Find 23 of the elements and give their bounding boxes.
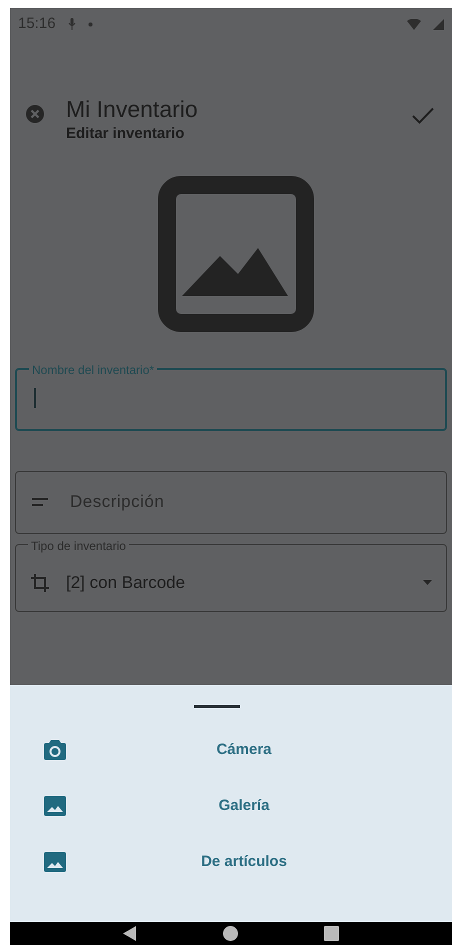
screen-title: Mi Inventario (66, 95, 198, 123)
close-icon[interactable] (26, 105, 44, 123)
image-icon (44, 796, 66, 816)
image-placeholder-icon[interactable] (158, 176, 314, 332)
home-icon[interactable] (223, 926, 238, 941)
back-icon[interactable] (123, 926, 137, 941)
sheet-option[interactable]: Cámera (66, 738, 452, 762)
drag-handle[interactable] (194, 705, 240, 708)
wifi-icon (407, 18, 421, 30)
checkmark-icon[interactable] (412, 107, 434, 124)
crop-icon (30, 572, 50, 592)
dropdown-caret-icon (423, 580, 432, 585)
sheet-option[interactable]: De artículos (66, 850, 452, 874)
image-icon (44, 852, 66, 872)
dropdown-value: [2] con Barcode (66, 572, 186, 594)
text-lines-icon (32, 498, 48, 506)
signal-icon (433, 18, 444, 30)
dot-icon (88, 22, 93, 26)
microphone-icon (68, 18, 76, 30)
screen-subtitle: Editar inventario (66, 124, 186, 144)
sheet-option[interactable]: Galería (66, 794, 452, 818)
text-cursor (34, 388, 36, 408)
camera-icon (44, 740, 66, 760)
